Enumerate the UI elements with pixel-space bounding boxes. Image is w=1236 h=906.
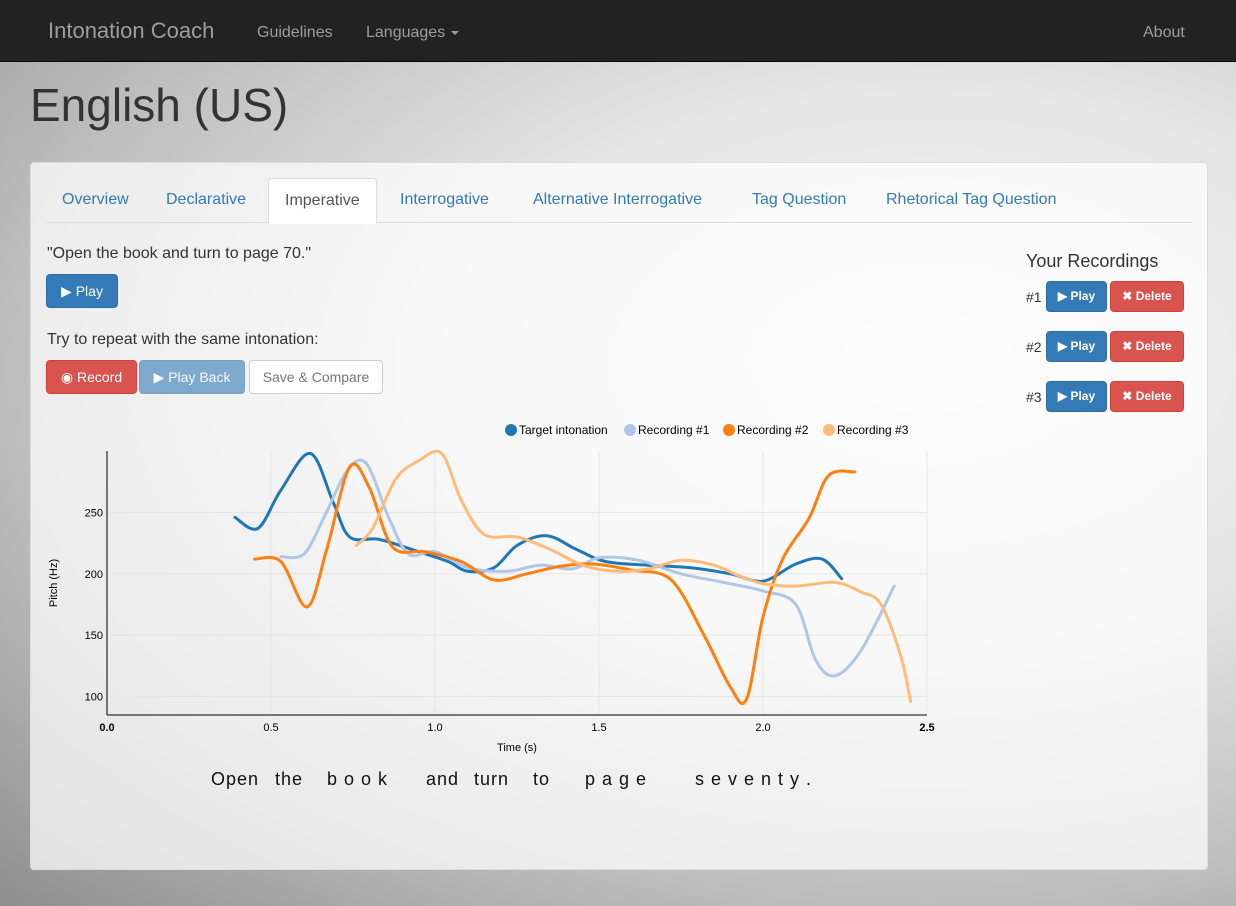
caret-down-icon bbox=[451, 30, 460, 35]
legend-label: Target intonation bbox=[519, 423, 608, 437]
lyric-word: p a g e bbox=[585, 769, 648, 789]
legend-swatch bbox=[505, 424, 517, 436]
series-line-4 bbox=[354, 449, 913, 703]
nav-languages-label: Languages bbox=[366, 24, 446, 41]
lyric-word: turn bbox=[474, 769, 510, 789]
x-tick-label: 2.0 bbox=[755, 722, 770, 734]
x-axis-label: Time (s) bbox=[497, 742, 537, 754]
x-tick-label: 0.0 bbox=[99, 722, 114, 734]
page-title: English (US) bbox=[30, 79, 289, 131]
y-axis-label: Pitch (Hz) bbox=[48, 559, 60, 607]
lyric-word: s e v e n t y . bbox=[695, 769, 813, 789]
x-tick-label: 2.5 bbox=[919, 722, 934, 734]
lyric-word: Open bbox=[211, 769, 260, 789]
brand-link[interactable]: Intonation Coach bbox=[48, 18, 214, 44]
pitch-chart: 0.0 0.5 1.0 1.5 2.0 2.5 100 150 200 250 Time (s) Pi… bbox=[48, 423, 935, 754]
y-tick-label: 100 bbox=[85, 692, 103, 704]
nav-languages-dropdown[interactable]: Languages bbox=[366, 24, 460, 42]
legend-label: Recording #3 bbox=[837, 423, 909, 437]
y-tick-label: 150 bbox=[85, 630, 103, 642]
lyric-word: to bbox=[533, 769, 551, 789]
navbar: Intonation Coach Guidelines Languages Ab… bbox=[0, 0, 1236, 62]
main-panel: Overview Declarative Imperative Interrog… bbox=[30, 162, 1208, 870]
x-tick-label: 0.5 bbox=[263, 722, 278, 734]
y-tick-label: 200 bbox=[85, 569, 103, 581]
lyric-word: the bbox=[275, 769, 304, 789]
y-tick-label: 250 bbox=[85, 507, 103, 519]
legend-label: Recording #1 bbox=[638, 423, 710, 437]
series-line-1 bbox=[233, 452, 844, 583]
lyric-word: b o o k bbox=[327, 769, 389, 789]
legend-label: Recording #2 bbox=[737, 423, 809, 437]
legend-swatch bbox=[823, 424, 835, 436]
x-tick-label: 1.5 bbox=[591, 722, 606, 734]
lyric-word: and bbox=[426, 769, 460, 789]
legend-swatch bbox=[624, 424, 636, 436]
nav-about[interactable]: About bbox=[1143, 24, 1185, 42]
x-tick-label: 1.0 bbox=[427, 722, 442, 734]
nav-guidelines[interactable]: Guidelines bbox=[257, 24, 333, 42]
legend-swatch bbox=[723, 424, 735, 436]
